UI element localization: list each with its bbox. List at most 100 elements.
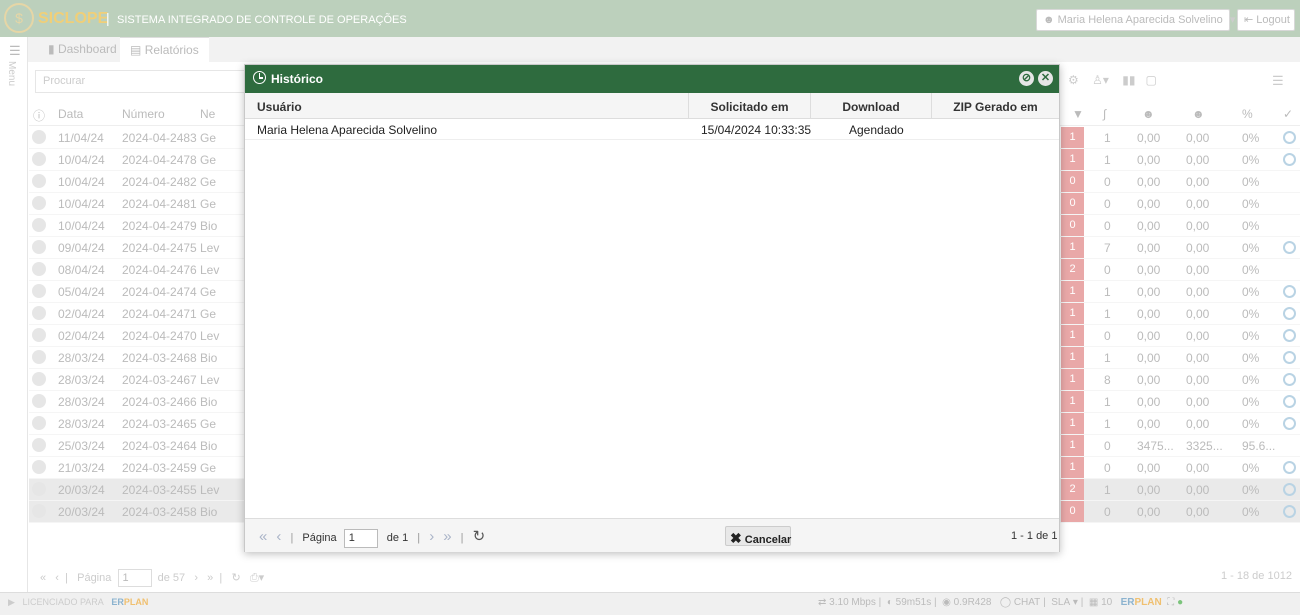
close-icon[interactable]: ✕	[1038, 71, 1053, 86]
status-badge: 1	[1061, 369, 1084, 390]
info-icon[interactable]	[32, 174, 46, 188]
check-circle-icon[interactable]	[1283, 505, 1296, 518]
info-icon[interactable]	[32, 196, 46, 210]
check-circle-icon[interactable]	[1283, 241, 1296, 254]
cell-number: 2024-04-2476	[122, 263, 197, 277]
first-page-icon[interactable]: «	[259, 528, 267, 545]
cell-attachments: 1	[1104, 153, 1111, 167]
cell-percent: 0%	[1242, 263, 1260, 277]
info-icon[interactable]	[32, 438, 46, 452]
eye-icon: ◉	[942, 597, 951, 608]
column-header-number[interactable]: Número	[122, 107, 165, 121]
hamburger-icon[interactable]: ☰	[9, 43, 21, 59]
info-icon[interactable]	[32, 372, 46, 386]
cell-value-1: 3475...	[1137, 439, 1174, 453]
refresh-icon[interactable]: ↻	[473, 528, 486, 545]
info-icon[interactable]	[32, 130, 46, 144]
status-badge: 1	[1061, 149, 1084, 170]
pager-of-label: de 57	[157, 571, 186, 584]
barcode-icon[interactable]: ▮▮	[1122, 73, 1135, 87]
cell-number: 2024-04-2474	[122, 285, 197, 299]
prev-page-icon[interactable]: ‹	[55, 572, 59, 584]
cell-percent: 0%	[1242, 417, 1260, 431]
cancel-circle-icon[interactable]: ⊘	[1019, 71, 1034, 86]
erplan-logo: ERPLAN	[111, 597, 148, 607]
user-menu[interactable]: ☻ Maria Helena Aparecida Solvelino ▾	[1036, 9, 1235, 31]
column-header-name[interactable]: Ne	[200, 107, 215, 121]
info-icon[interactable]	[32, 284, 46, 298]
tab-relatorios[interactable]: ▤ Relatórios	[120, 37, 209, 62]
status-badge: 0	[1061, 501, 1084, 522]
info-icon[interactable]	[32, 460, 46, 474]
cell-attachments: 0	[1104, 197, 1111, 211]
menu-label[interactable]: Menu	[6, 61, 17, 86]
info-icon[interactable]	[32, 152, 46, 166]
status-badge: 2	[1061, 479, 1084, 500]
info-icon[interactable]	[32, 350, 46, 364]
column-header-usuario[interactable]: Usuário	[245, 93, 689, 119]
next-page-icon[interactable]: ›	[429, 528, 434, 545]
expand-icon[interactable]: ▢	[1145, 73, 1156, 87]
cell-name: Ge	[200, 417, 217, 431]
info-icon[interactable]	[32, 306, 46, 320]
info-icon[interactable]	[32, 394, 46, 408]
group-icon[interactable]: ♙▾	[1092, 73, 1109, 87]
next-page-icon[interactable]: ›	[194, 572, 198, 584]
list-menu-icon[interactable]: ☰	[1272, 73, 1284, 89]
print-icon[interactable]: ⎙▾	[250, 572, 264, 584]
check-circle-icon[interactable]	[1283, 373, 1296, 386]
cell-name: Lev	[200, 373, 220, 387]
tab-dashboard[interactable]: ▮ Dashboard	[38, 37, 127, 62]
search-input[interactable]: Procurar	[35, 70, 255, 93]
notification-count[interactable]: 10	[1101, 597, 1112, 608]
license-info: ▶ LICENCIADO PARA ERPLAN	[8, 597, 148, 608]
info-icon[interactable]	[32, 262, 46, 276]
status-badge: 1	[1061, 325, 1084, 346]
last-page-icon[interactable]: »	[443, 528, 451, 545]
check-circle-icon[interactable]	[1283, 395, 1296, 408]
check-circle-icon[interactable]	[1283, 131, 1296, 144]
fullscreen-icon[interactable]: ⛶	[1167, 597, 1174, 608]
info-icon[interactable]	[32, 482, 46, 496]
info-icon[interactable]	[32, 328, 46, 342]
chat-icon[interactable]: ◯	[1000, 597, 1011, 608]
cell-number: 2024-04-2475	[122, 241, 197, 255]
modal-page-input[interactable]: 1	[343, 528, 378, 548]
check-circle-icon[interactable]	[1283, 307, 1296, 320]
check-circle-icon[interactable]	[1283, 329, 1296, 342]
info-icon[interactable]	[32, 504, 46, 518]
logout-button[interactable]: ⇤ Logout	[1237, 9, 1295, 31]
chat-label[interactable]: CHAT	[1014, 597, 1040, 608]
last-page-icon[interactable]: »	[207, 572, 213, 584]
check-circle-icon[interactable]	[1283, 461, 1296, 474]
user-icon: ☻	[1043, 14, 1055, 26]
info-icon[interactable]	[32, 240, 46, 254]
cell-number: 2024-04-2478	[122, 153, 197, 167]
column-header-download[interactable]: Download	[811, 93, 932, 119]
check-circle-icon[interactable]	[1283, 153, 1296, 166]
first-page-icon[interactable]: «	[40, 572, 46, 584]
pager-page-input[interactable]: 1	[117, 569, 152, 587]
cancel-button[interactable]: ✖ Cancelar	[725, 526, 791, 546]
check-circle-icon[interactable]	[1283, 483, 1296, 496]
table-row[interactable]: Maria Helena Aparecida Solvelino 15/04/2…	[245, 119, 1059, 140]
refresh-icon[interactable]: ↻	[231, 572, 240, 584]
cell-name: Bio	[200, 219, 218, 233]
column-header-solicitado[interactable]: Solicitado em	[689, 93, 811, 119]
calendar-icon[interactable]: ▦	[1089, 597, 1098, 608]
sla-label[interactable]: SLA	[1051, 597, 1070, 608]
expand-arrow-icon[interactable]: ▶	[8, 597, 15, 607]
column-header-zip[interactable]: ZIP Gerado em	[932, 93, 1059, 119]
check-circle-icon[interactable]	[1283, 417, 1296, 430]
cell-name: Lev	[200, 241, 220, 255]
cell-value-2: 0,00	[1186, 329, 1210, 343]
cell-attachments: 0	[1104, 175, 1111, 189]
cell-percent: 0%	[1242, 461, 1260, 475]
info-icon[interactable]	[32, 416, 46, 430]
column-header-date[interactable]: Data	[58, 107, 83, 121]
check-circle-icon[interactable]	[1283, 351, 1296, 364]
info-icon[interactable]	[32, 218, 46, 232]
check-circle-icon[interactable]	[1283, 285, 1296, 298]
prev-page-icon[interactable]: ‹	[276, 528, 281, 545]
gear-icon[interactable]: ⚙	[1068, 73, 1079, 87]
